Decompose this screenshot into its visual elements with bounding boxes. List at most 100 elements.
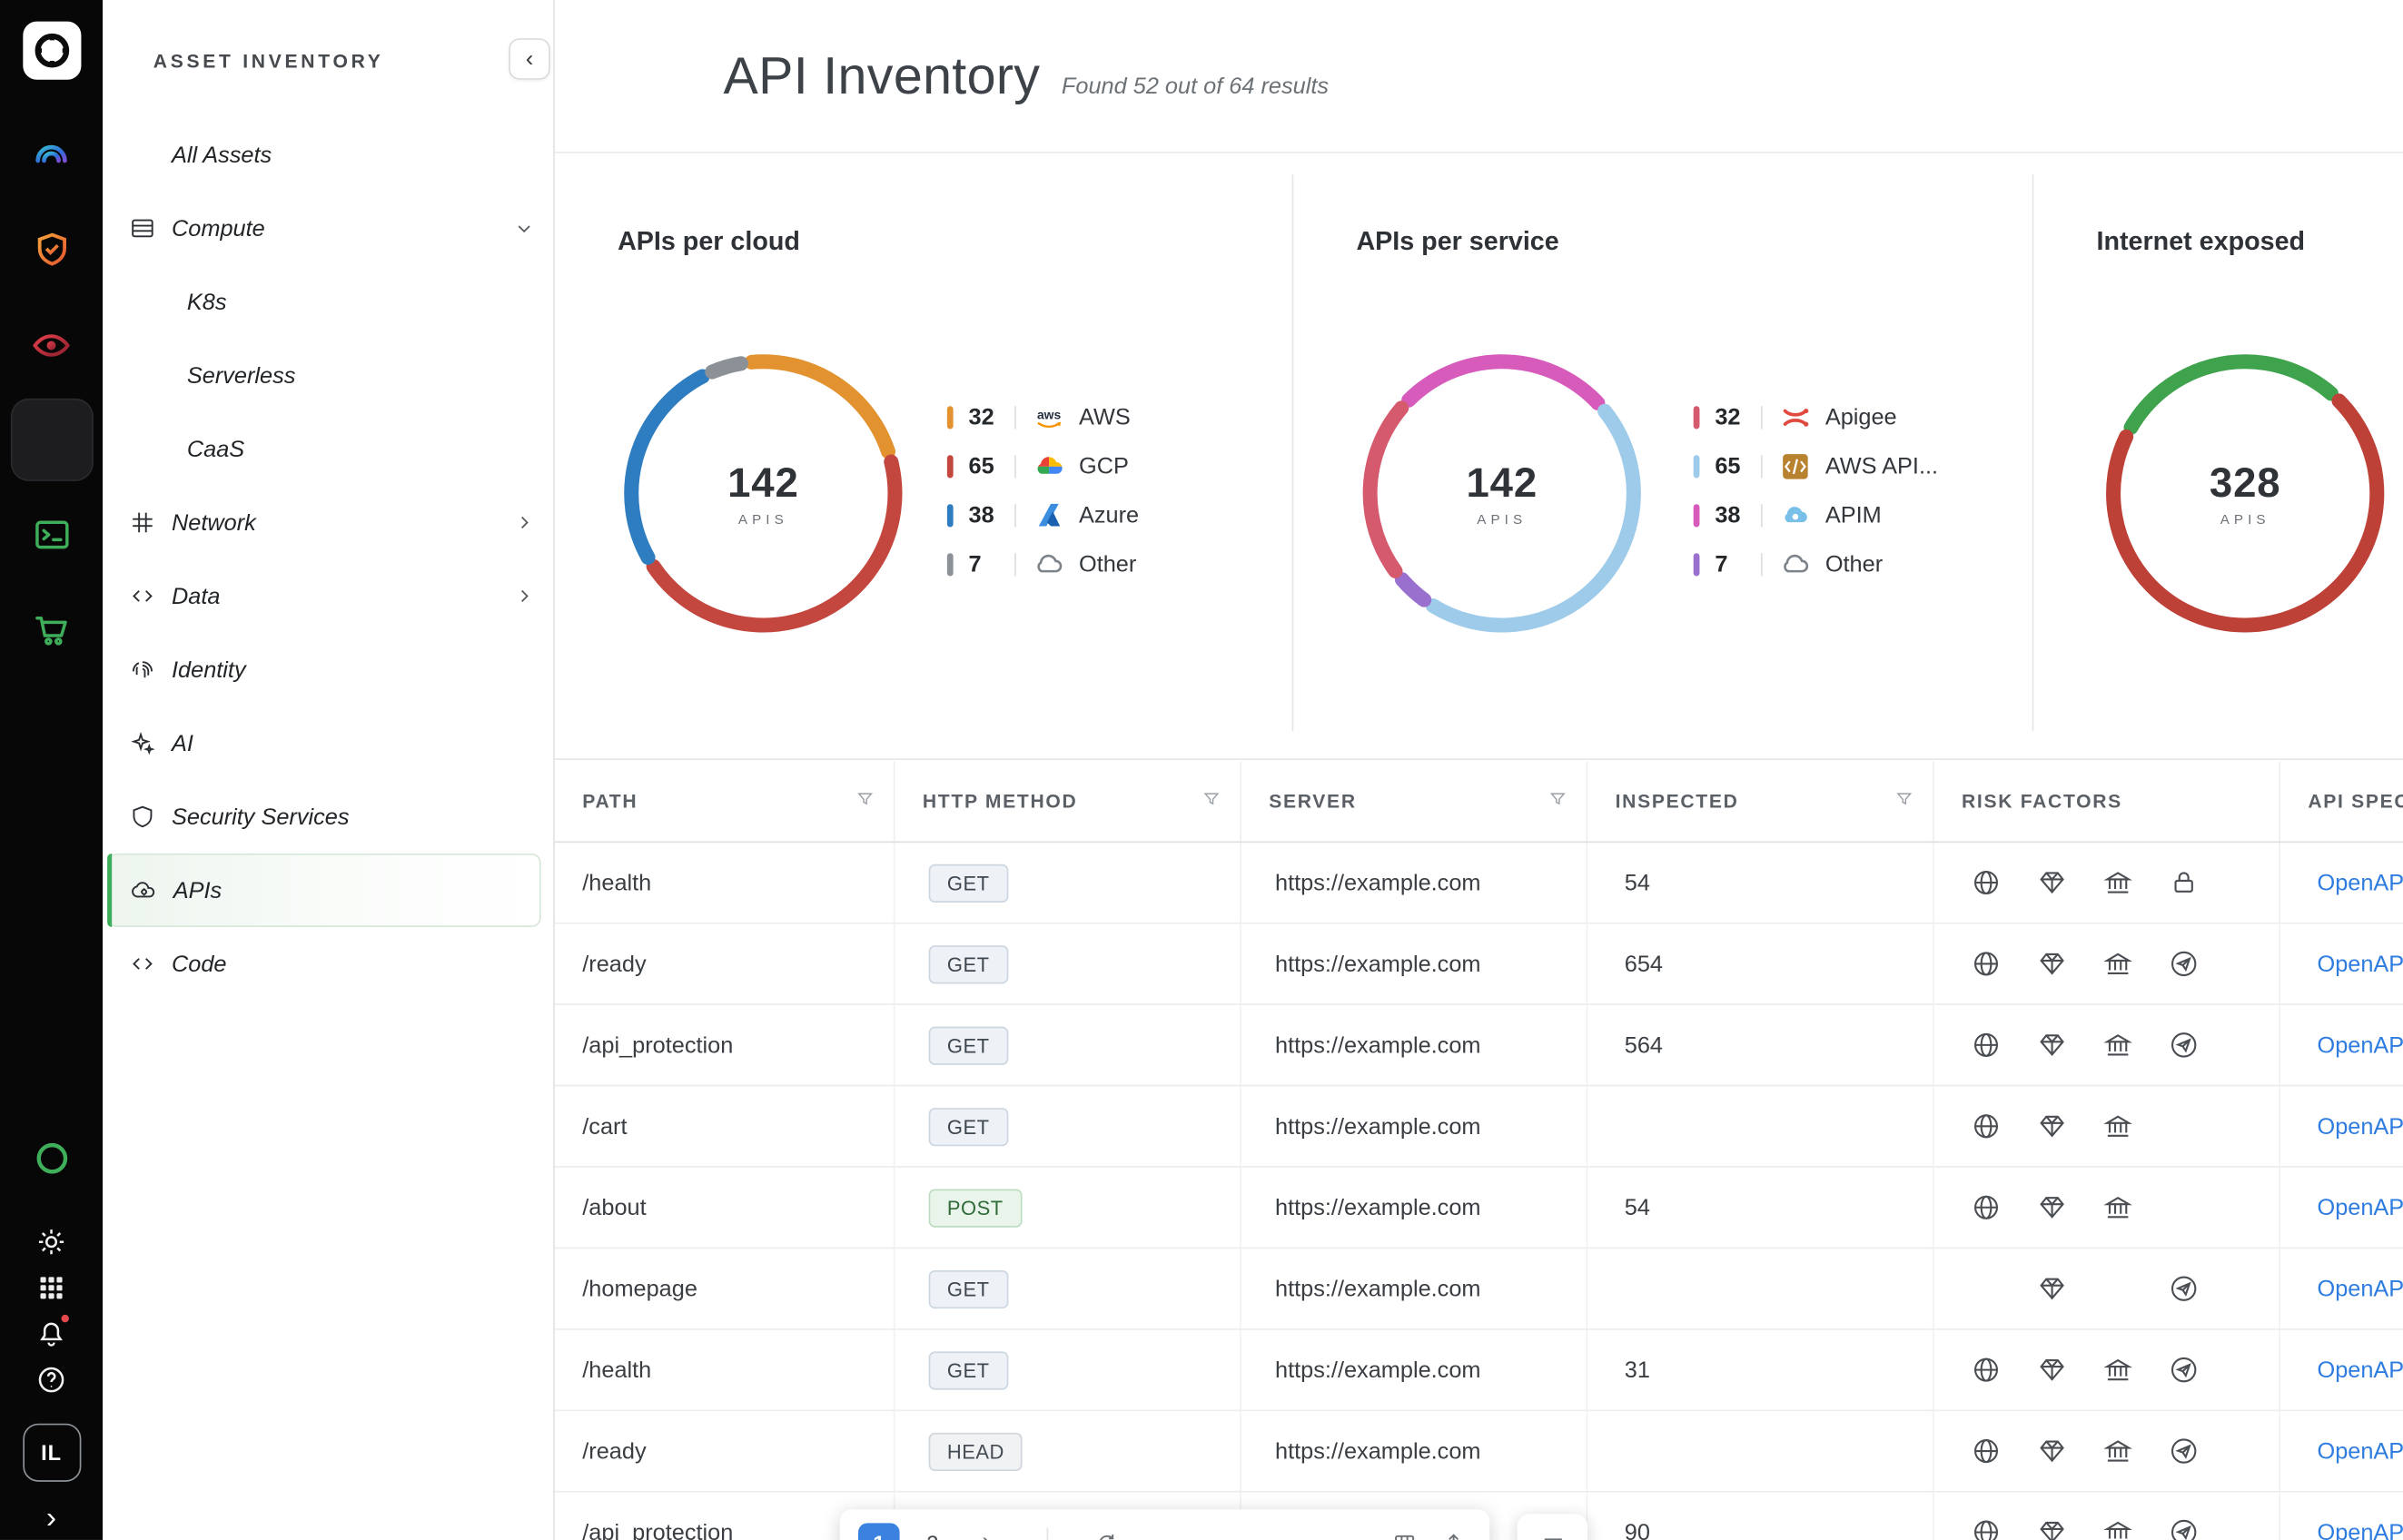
ring-logo-icon[interactable] bbox=[25, 1135, 77, 1181]
filter-icon[interactable] bbox=[1548, 789, 1567, 814]
api-spec-link[interactable]: OpenAPI bbox=[2318, 870, 2403, 896]
svg-text:aws: aws bbox=[1037, 407, 1062, 421]
legend-item-apim[interactable]: 38 APIM bbox=[1694, 499, 1938, 531]
http-method-badge: POST bbox=[929, 1189, 1022, 1227]
table-row[interactable]: /ready GET https://example.com 654 OpenA… bbox=[555, 924, 2403, 1005]
next-page-button[interactable]: › bbox=[965, 1523, 1007, 1540]
column-header-path[interactable]: PATH bbox=[555, 762, 895, 842]
donut-chart-internet-exposed: 328 APIS bbox=[2098, 346, 2392, 640]
legend-value: 7 bbox=[1715, 552, 1755, 578]
legend-item-aws[interactable]: 32 aws AWS bbox=[947, 401, 1139, 433]
column-header-http-method[interactable]: HTTP METHOD bbox=[895, 762, 1241, 842]
page-1-button[interactable]: 1 bbox=[858, 1523, 900, 1540]
bank-icon bbox=[2102, 1030, 2169, 1061]
gem-icon bbox=[2037, 1192, 2103, 1223]
workloads-terminal-icon[interactable] bbox=[10, 493, 93, 576]
column-label: PATH bbox=[582, 791, 638, 813]
api-inventory-icon[interactable] bbox=[10, 399, 93, 481]
bank-icon bbox=[2102, 1192, 2169, 1223]
api-spec-link[interactable]: OpenAPI bbox=[2318, 1519, 2403, 1540]
sidebar-item-label: Code bbox=[172, 951, 227, 977]
refresh-icon[interactable] bbox=[1088, 1525, 1125, 1540]
charts-section: APIs per cloud APIs per service Internet… bbox=[555, 153, 2403, 760]
sidebar-item-compute[interactable]: Compute bbox=[103, 192, 553, 265]
supply-chain-cart-icon[interactable] bbox=[10, 588, 93, 671]
sidebar-item-data[interactable]: Data bbox=[103, 559, 553, 633]
gem-icon bbox=[2037, 1517, 2103, 1540]
sidebar-item-apis[interactable]: APIs bbox=[107, 854, 541, 927]
sidebar-item-serverless[interactable]: Serverless bbox=[103, 339, 553, 412]
gem-icon bbox=[2037, 1355, 2103, 1386]
notifications-bell-icon[interactable] bbox=[25, 1310, 77, 1357]
legend-item-apigee[interactable]: 32 Apigee bbox=[1694, 401, 1938, 433]
globe-icon bbox=[1971, 867, 2037, 898]
bank-icon bbox=[2102, 1517, 2169, 1540]
sidebar-item-all-assets[interactable]: All Assets bbox=[103, 118, 553, 192]
api-spec-link[interactable]: OpenAPI bbox=[2318, 1032, 2403, 1059]
apigee-icon bbox=[1778, 400, 1814, 435]
settings-gear-icon[interactable] bbox=[25, 1219, 77, 1265]
table-row[interactable]: /health GET https://example.com 31 OpenA… bbox=[555, 1330, 2403, 1411]
sidebar-collapse-button[interactable]: ‹ bbox=[509, 38, 550, 80]
column-header-server[interactable]: SERVER bbox=[1241, 762, 1587, 842]
api-inventory-page-icon bbox=[640, 51, 692, 103]
sidebar-item-identity[interactable]: Identity bbox=[103, 633, 553, 706]
cloud-overview-icon[interactable] bbox=[10, 114, 93, 196]
columns-icon[interactable] bbox=[1386, 1525, 1423, 1540]
app-logo[interactable] bbox=[22, 22, 80, 80]
legend-item-other[interactable]: 7 Other bbox=[947, 548, 1139, 580]
filter-icon[interactable] bbox=[1202, 789, 1221, 814]
page-2-button[interactable]: 2 bbox=[912, 1523, 954, 1540]
chevron-down-icon[interactable] bbox=[513, 218, 535, 240]
risk-factors-cell bbox=[1934, 1005, 2280, 1085]
visibility-eye-icon[interactable] bbox=[10, 303, 93, 386]
sidebar-item-label: Data bbox=[172, 583, 220, 609]
sidebar-item-code[interactable]: Code bbox=[103, 927, 553, 1001]
expand-rail-chevron-icon[interactable]: › bbox=[46, 1503, 56, 1534]
table-settings-button[interactable] bbox=[1518, 1514, 1588, 1540]
table-row[interactable]: /cart GET https://example.com OpenAPI bbox=[555, 1086, 2403, 1167]
table-row[interactable]: /homepage GET https://example.com OpenAP… bbox=[555, 1249, 2403, 1329]
filter-icon[interactable] bbox=[855, 789, 875, 814]
legend-label: Apigee bbox=[1825, 405, 1897, 431]
legend-color-chip bbox=[1694, 406, 1700, 429]
help-icon[interactable] bbox=[25, 1356, 77, 1402]
table-row[interactable]: /ready HEAD https://example.com OpenAPI bbox=[555, 1411, 2403, 1492]
app-rail: IL › bbox=[0, 0, 103, 1540]
table-row[interactable]: /api_protection GET https://example.com … bbox=[555, 1005, 2403, 1086]
table-row[interactable]: /about POST https://example.com 54 OpenA… bbox=[555, 1168, 2403, 1249]
aws-api-gateway-icon bbox=[1778, 449, 1814, 484]
api-spec-link[interactable]: OpenAPI bbox=[2318, 1438, 2403, 1465]
sidebar-item-ai[interactable]: AI bbox=[103, 706, 553, 780]
sidebar-item-k8s[interactable]: K8s bbox=[103, 265, 553, 339]
sidebar-item-caas[interactable]: CaaS bbox=[103, 412, 553, 486]
column-header-api-spec[interactable]: API SPEC bbox=[2280, 762, 2403, 842]
asset-inventory-sidebar: ASSET INVENTORY ‹ All Assets Compute K8s… bbox=[103, 0, 555, 1540]
column-header-risk-factors[interactable]: RISK FACTORS bbox=[1934, 762, 2280, 842]
chevron-right-icon[interactable] bbox=[513, 586, 535, 607]
user-avatar[interactable]: IL bbox=[22, 1424, 80, 1482]
legend-item-aws-api-gateway[interactable]: 65 AWS API... bbox=[1694, 450, 1938, 482]
posture-shield-icon[interactable] bbox=[10, 209, 93, 291]
legend-item-other[interactable]: 7 Other bbox=[1694, 548, 1938, 580]
bank-icon bbox=[2102, 949, 2169, 980]
export-icon[interactable] bbox=[1435, 1525, 1472, 1540]
sidebar-item-security-services[interactable]: Security Services bbox=[103, 780, 553, 854]
bank-icon bbox=[2102, 1111, 2169, 1141]
filter-icon[interactable] bbox=[1894, 789, 1914, 814]
api-spec-link[interactable]: OpenAPI bbox=[2318, 1113, 2403, 1140]
rail-bottom: IL › bbox=[22, 1135, 80, 1540]
risk-factors-cell bbox=[1934, 1168, 2280, 1248]
apps-grid-icon[interactable] bbox=[25, 1264, 77, 1310]
api-spec-link[interactable]: OpenAPI bbox=[2318, 1357, 2403, 1383]
legend-item-azure[interactable]: 38 Azure bbox=[947, 499, 1139, 531]
sidebar-item-network[interactable]: Network bbox=[103, 486, 553, 559]
http-method-badge: GET bbox=[929, 1107, 1008, 1145]
chevron-right-icon[interactable] bbox=[513, 512, 535, 534]
column-header-inspected[interactable]: INSPECTED bbox=[1587, 762, 1933, 842]
api-spec-link[interactable]: OpenAPI bbox=[2318, 951, 2403, 977]
api-spec-link[interactable]: OpenAPI bbox=[2318, 1276, 2403, 1302]
legend-item-gcp[interactable]: 65 GCP bbox=[947, 450, 1139, 482]
table-row[interactable]: /health GET https://example.com 54 OpenA… bbox=[555, 843, 2403, 923]
legend-label: Azure bbox=[1079, 503, 1139, 529]
